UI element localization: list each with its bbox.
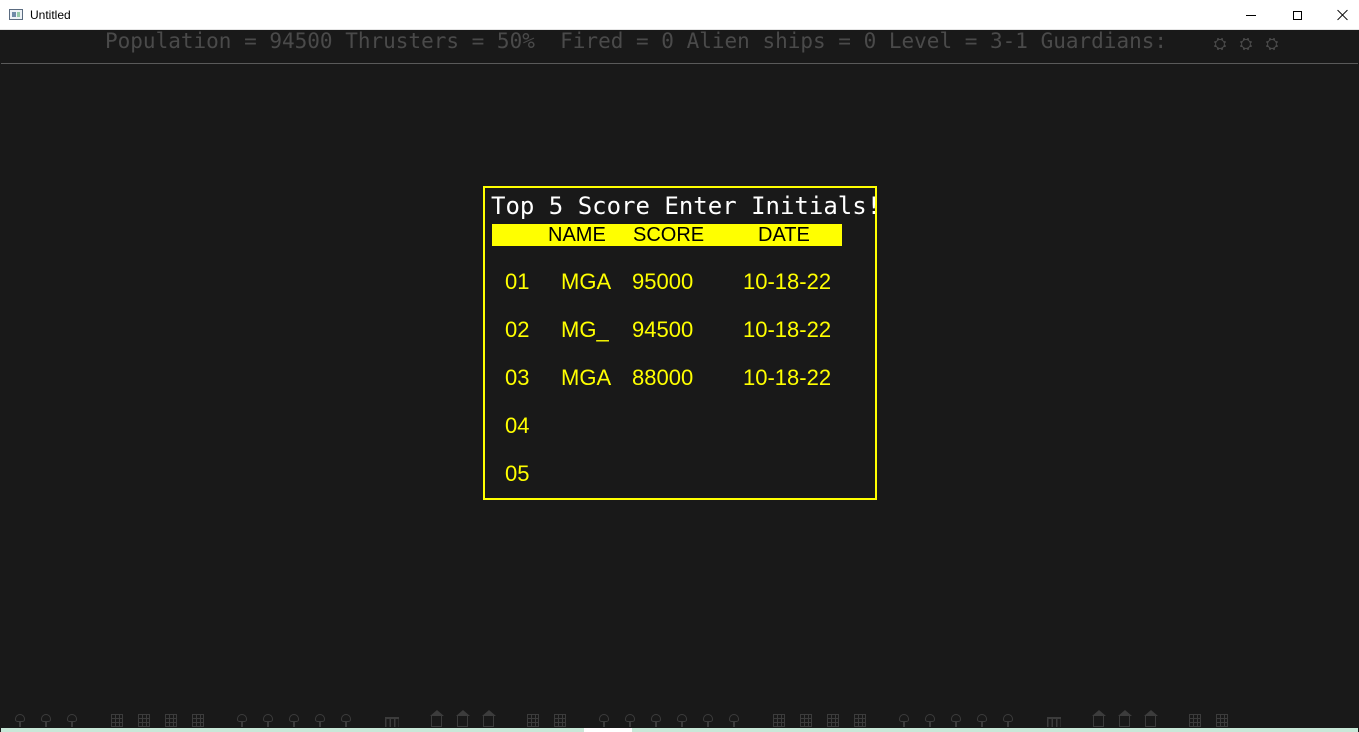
building-tower-icon — [773, 714, 785, 727]
score-row: 05 — [485, 459, 875, 489]
building-tree-icon — [729, 714, 739, 727]
header-date: DATE — [758, 224, 810, 246]
building-tower-icon — [111, 714, 123, 727]
gear-icon: ⛭ — [1265, 34, 1279, 53]
maximize-button[interactable] — [1274, 0, 1320, 30]
building-tree-icon — [315, 714, 325, 727]
building-house-icon — [1144, 710, 1158, 727]
building-house-icon — [430, 710, 444, 727]
building-tree-icon — [41, 714, 51, 727]
building-tower-icon — [527, 714, 539, 727]
building-tree-icon — [599, 714, 609, 727]
row-rank: 03 — [505, 365, 530, 390]
row-rank: 01 — [505, 269, 530, 294]
building-tree-icon — [951, 714, 961, 727]
building-tree-icon — [651, 714, 661, 727]
window-title: Untitled — [30, 8, 71, 22]
initials-entry-field[interactable]: MG_ — [561, 315, 609, 345]
building-house-icon — [456, 710, 470, 727]
building-tower-icon — [138, 714, 150, 727]
building-tower-icon — [1216, 714, 1228, 727]
maximize-icon — [1292, 10, 1302, 20]
guardian-lives: ⛭ ⛭ ⛭ — [1207, 34, 1285, 53]
close-icon — [1337, 9, 1349, 21]
building-tree-icon — [237, 714, 247, 727]
building-tower-icon — [165, 714, 177, 727]
building-tree-icon — [67, 714, 77, 727]
building-tree-icon — [15, 714, 25, 727]
header-name: NAME — [548, 224, 606, 246]
building-house-icon — [482, 710, 496, 727]
building-tower-icon — [554, 714, 566, 727]
panel-title: Top 5 Score Enter Initials! — [491, 192, 882, 220]
building-tree-icon — [625, 714, 635, 727]
building-temple-icon — [385, 717, 399, 727]
header-score: SCORE — [633, 224, 705, 246]
building-tree-icon — [703, 714, 713, 727]
row-score: 95000 — [632, 269, 694, 294]
row-date: 10-18-22 — [743, 269, 832, 294]
row-name: MGA — [561, 269, 612, 294]
game-canvas[interactable]: Population = 94500 Thrusters = 50% Fired… — [1, 30, 1358, 732]
hud-status-bar: Population = 94500 Thrusters = 50% Fired… — [1, 30, 1358, 64]
building-tree-icon — [263, 714, 273, 727]
score-table-header: NAME SCORE DATE — [492, 224, 842, 246]
row-date: 10-18-22 — [743, 317, 832, 342]
building-tower-icon — [827, 714, 839, 727]
score-row: 01 MGA 95000 10-18-22 — [485, 267, 875, 297]
building-tree-icon — [925, 714, 935, 727]
high-score-panel: Top 5 Score Enter Initials! NAME SCORE D… — [483, 186, 881, 500]
building-house-icon — [1092, 710, 1106, 727]
gear-icon: ⛭ — [1239, 34, 1253, 53]
row-date: 10-18-22 — [743, 365, 832, 390]
gear-icon: ⛭ — [1213, 34, 1227, 53]
close-button[interactable] — [1320, 0, 1359, 30]
building-house-icon — [1118, 710, 1132, 727]
minimize-button[interactable] — [1228, 0, 1274, 30]
score-row-editing[interactable]: 02 MG_ 94500 10-18-22 — [485, 315, 875, 345]
hud-status-text: Population = 94500 Thrusters = 50% Fired… — [105, 30, 1168, 53]
building-tower-icon — [854, 714, 866, 727]
building-tree-icon — [289, 714, 299, 727]
window-titlebar: Untitled — [0, 0, 1359, 30]
building-tree-icon — [899, 714, 909, 727]
row-score: 94500 — [632, 317, 694, 342]
app-window-icon — [9, 9, 23, 20]
row-rank: 04 — [505, 413, 530, 438]
building-tree-icon — [1003, 714, 1013, 727]
building-tree-icon — [677, 714, 687, 727]
building-tree-icon — [341, 714, 351, 727]
row-rank: 05 — [505, 461, 530, 486]
building-tower-icon — [800, 714, 812, 727]
building-tower-icon — [192, 714, 204, 727]
row-rank: 02 — [505, 317, 530, 342]
row-name: MGA — [561, 365, 612, 390]
row-score: 88000 — [632, 365, 694, 390]
building-tower-icon — [1189, 714, 1201, 727]
player-ship-marker — [584, 728, 632, 732]
ground-strip — [1, 728, 1358, 732]
score-row: 04 — [485, 411, 875, 441]
minimize-icon — [1246, 14, 1256, 16]
building-temple-icon — [1047, 717, 1061, 727]
building-tree-icon — [977, 714, 987, 727]
score-row: 03 MGA 88000 10-18-22 — [485, 363, 875, 393]
